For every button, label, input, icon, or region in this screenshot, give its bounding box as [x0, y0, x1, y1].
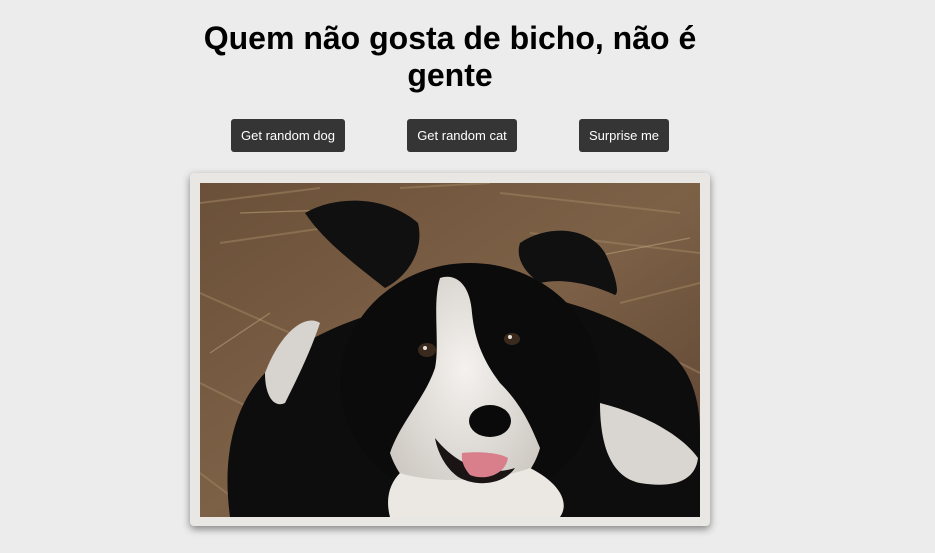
page: Quem não gosta de bicho, não é gente Get… [0, 0, 935, 553]
photo-frame [190, 173, 710, 526]
get-random-cat-button[interactable]: Get random cat [407, 119, 517, 152]
page-title: Quem não gosta de bicho, não é gente [203, 20, 697, 93]
dog-photo [200, 183, 700, 517]
surprise-me-button[interactable]: Surprise me [579, 119, 669, 152]
get-random-dog-button[interactable]: Get random dog [231, 119, 345, 152]
